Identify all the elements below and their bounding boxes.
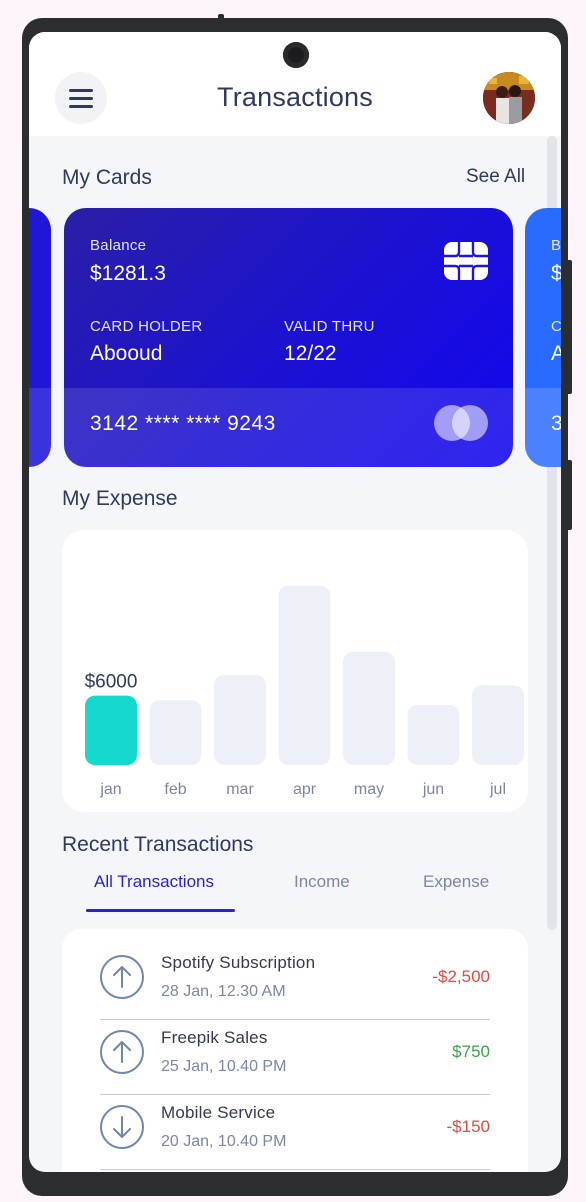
- bar-feb[interactable]: [149, 700, 202, 765]
- transaction-date: 20 Jan, 10.40 PM: [161, 1133, 287, 1150]
- tab-expense[interactable]: Expense: [423, 872, 489, 892]
- bar-apr[interactable]: [278, 585, 331, 765]
- volume-button: [566, 460, 572, 530]
- next-card-balance: $: [551, 262, 561, 285]
- balance-value: $1281.3: [90, 262, 166, 285]
- bar-jun[interactable]: [407, 704, 460, 765]
- power-button: [566, 260, 572, 394]
- card-next[interactable]: B $ C A 3: [525, 208, 561, 467]
- x-tick-label: mar: [226, 781, 254, 798]
- top-notch: [218, 14, 224, 22]
- valid-thru-value: 12/22: [284, 342, 337, 365]
- bar-jan[interactable]: [85, 695, 137, 765]
- expense-chart: jan $6000 feb mar apr may jun jul: [62, 530, 528, 812]
- next-card-balance-label: B: [551, 237, 561, 254]
- next-card-holder: A: [551, 342, 561, 365]
- front-camera: [283, 42, 309, 68]
- tab-income[interactable]: Income: [294, 872, 350, 892]
- tab-all-transactions[interactable]: All Transactions: [94, 872, 214, 892]
- transaction-date: 25 Jan, 10.40 PM: [161, 1058, 287, 1075]
- card-number: 3142 **** **** 9243: [90, 412, 276, 435]
- arrow-up-icon: [100, 1030, 144, 1074]
- card-holder-name: Abooud: [90, 342, 163, 365]
- bank-card[interactable]: Balance $1281.3 CARD HOLDER Abooud VALID…: [64, 208, 513, 467]
- x-tick-label: apr: [293, 781, 317, 798]
- card-holder-label: CARD HOLDER: [90, 318, 203, 335]
- highlight-value-label: $6000: [85, 672, 138, 693]
- transaction-name: Spotify Subscription: [161, 953, 316, 972]
- next-card-number: 3: [551, 412, 561, 435]
- avatar[interactable]: [483, 72, 535, 124]
- page-title: Transactions: [217, 82, 373, 112]
- see-all-link[interactable]: See All: [466, 166, 525, 188]
- transactions-list: Spotify Subscription 28 Jan, 12.30 AM -$…: [62, 929, 528, 1172]
- transaction-amount: -$150: [446, 1117, 490, 1136]
- mastercard-icon: [434, 405, 488, 441]
- recent-transactions-title: Recent Transactions: [62, 833, 254, 856]
- valid-thru-label: VALID THRU: [284, 318, 375, 335]
- card-previous[interactable]: [29, 208, 51, 467]
- bar-mar[interactable]: [214, 674, 266, 765]
- x-tick-label: jan: [99, 781, 121, 798]
- my-cards-title: My Cards: [62, 166, 152, 189]
- transaction-row[interactable]: Freepik Sales 25 Jan, 10.40 PM $750: [100, 1020, 490, 1095]
- transaction-name: Mobile Service: [161, 1103, 276, 1122]
- transaction-row[interactable]: Spotify Subscription 28 Jan, 12.30 AM -$…: [100, 945, 490, 1020]
- arrow-up-icon: [100, 955, 144, 999]
- transaction-tabs: All Transactions Income Expense: [29, 872, 561, 914]
- balance-label: Balance: [90, 237, 147, 254]
- transaction-name: Freepik Sales: [161, 1028, 268, 1047]
- transaction-date: 28 Jan, 12.30 AM: [161, 983, 286, 1000]
- transaction-amount: -$2,500: [432, 967, 490, 986]
- active-tab-indicator: [86, 909, 235, 912]
- transaction-row[interactable]: Mobile Service 20 Jan, 10.40 PM -$150: [100, 1095, 490, 1170]
- bar-jul[interactable]: [472, 685, 524, 765]
- x-tick-label: jun: [422, 781, 444, 798]
- x-tick-label: jul: [489, 781, 506, 798]
- x-tick-label: feb: [164, 781, 186, 798]
- next-card-holder-label: C: [551, 318, 561, 335]
- bar-may[interactable]: [343, 651, 395, 765]
- transaction-amount: $750: [452, 1042, 490, 1061]
- card-chip-icon: [444, 242, 488, 280]
- my-expense-title: My Expense: [62, 487, 178, 510]
- app-screen: Transactions My Cards See All Balance $1…: [29, 32, 561, 1172]
- app-header: Transactions: [29, 32, 561, 136]
- x-tick-label: may: [354, 781, 384, 798]
- arrow-down-icon: [100, 1105, 144, 1149]
- row-divider: [100, 1169, 490, 1170]
- expense-chart-svg: jan $6000 feb mar apr may jun jul: [85, 585, 524, 798]
